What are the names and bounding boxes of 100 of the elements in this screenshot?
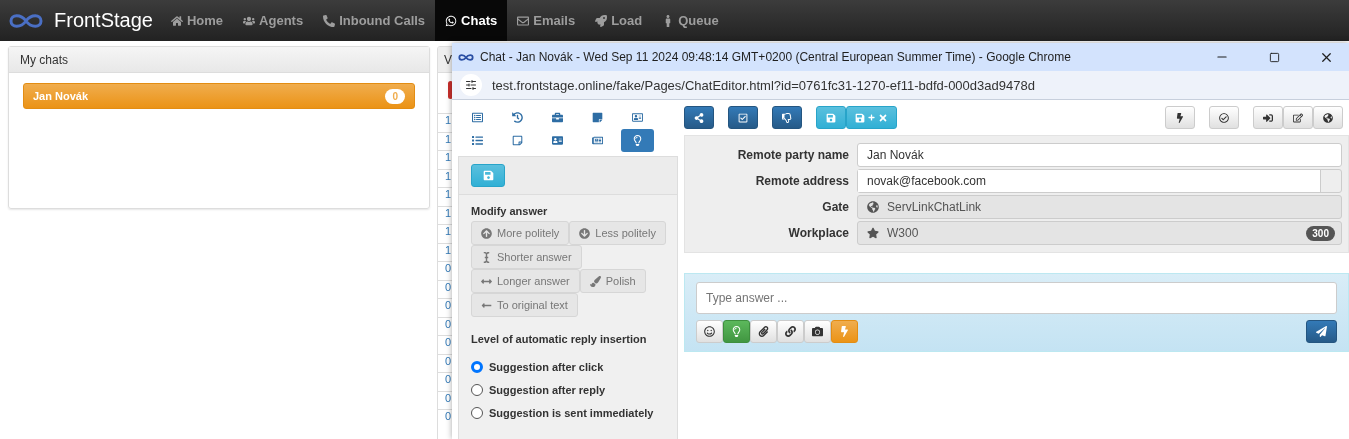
share-button[interactable] xyxy=(684,106,714,129)
newspaper-icon xyxy=(592,135,603,146)
close-icon xyxy=(878,112,888,123)
save-button[interactable] xyxy=(816,106,846,129)
option-label: Suggestion after reply xyxy=(489,383,606,396)
field-label: Remote party name xyxy=(736,148,849,162)
modify-button[interactable]: More politely xyxy=(471,221,570,245)
field-label: Gate xyxy=(821,200,849,214)
arrow-up-icon xyxy=(481,227,492,239)
lightbulb-icon xyxy=(731,326,742,337)
save-close-button[interactable] xyxy=(846,106,897,129)
list-icon xyxy=(472,112,483,123)
home-icon xyxy=(170,14,183,27)
brand-name: FrontStage xyxy=(54,9,153,32)
composer-button[interactable] xyxy=(777,320,804,343)
note-icon xyxy=(592,112,603,123)
count-badge: 300 xyxy=(1306,225,1335,241)
send-icon xyxy=(1316,326,1327,337)
radio-button[interactable] xyxy=(471,360,483,373)
brush-icon xyxy=(589,275,601,287)
thumbs-down-icon xyxy=(782,112,792,123)
rocket-icon xyxy=(595,14,608,27)
save-button[interactable] xyxy=(471,164,505,187)
panel-title: My chats xyxy=(9,47,429,73)
list-icon xyxy=(472,135,483,146)
nav-item[interactable]: Agents xyxy=(233,0,314,41)
url-text[interactable]: test.frontstage.online/fake/Pages/ChatEditor.html?id=0761fc31-1270-ef11-bdfd-000d3ad9478d xyxy=(492,77,1035,93)
note-icon xyxy=(512,135,523,146)
globe-button[interactable] xyxy=(1313,106,1343,129)
plus-icon xyxy=(868,114,875,121)
bolt-icon xyxy=(1175,112,1185,123)
edit-icon xyxy=(1293,112,1303,123)
window-title: Chat - Jan Novák - Wed Sep 11 2024 09:48:14 GMT+0200 (Central European Summer Time) - Google Chrome xyxy=(480,50,1072,64)
star-icon xyxy=(867,227,879,239)
users-icon xyxy=(243,14,256,27)
answer-field[interactable]: Type answer ... xyxy=(696,282,1337,314)
composer-button[interactable] xyxy=(750,320,777,343)
nav-item[interactable]: Inbound Calls xyxy=(313,0,436,41)
section-title: Level of automatic reply insertion xyxy=(471,333,648,345)
modify-button[interactable]: Polish xyxy=(579,269,646,293)
save-icon xyxy=(855,112,865,123)
infinity-logo-icon xyxy=(458,52,474,62)
lightbulb-icon xyxy=(632,135,643,146)
modify-button[interactable]: Longer answer xyxy=(471,269,580,293)
checkbox-icon xyxy=(738,112,748,123)
send-button[interactable] xyxy=(1306,320,1337,343)
sliders-icon xyxy=(465,79,477,91)
text-cursor-icon xyxy=(481,251,492,263)
input-field[interactable]: novak@facebook.com xyxy=(857,169,1342,193)
link-icon xyxy=(785,326,796,337)
paperclip-icon xyxy=(758,326,769,337)
globe-icon xyxy=(1323,112,1333,123)
modify-button[interactable]: Shorter answer xyxy=(471,245,582,269)
field-value: W300 xyxy=(887,226,920,240)
option-label: Suggestion is sent immediately xyxy=(489,406,654,419)
check-circle-button[interactable] xyxy=(1209,106,1239,129)
sign-in-button[interactable] xyxy=(1253,106,1283,129)
history-icon xyxy=(512,112,523,123)
edit-button[interactable] xyxy=(1283,106,1313,129)
globe-icon xyxy=(867,201,879,213)
dislike-button[interactable] xyxy=(772,106,802,129)
field-value: ServLinkChatLink xyxy=(887,200,983,214)
section-title: Modify answer xyxy=(471,205,549,217)
radio-button[interactable] xyxy=(471,383,483,396)
share-icon xyxy=(694,112,704,123)
nav-item[interactable]: Home xyxy=(160,0,234,41)
briefcase-icon xyxy=(552,112,563,123)
camera-icon xyxy=(812,326,823,337)
nav-item[interactable]: Chats xyxy=(435,0,508,41)
phone-icon xyxy=(323,14,336,27)
nav-item[interactable]: Load xyxy=(585,0,653,41)
option-label: Suggestion after click xyxy=(489,360,604,373)
nav-item[interactable]: Emails xyxy=(507,0,586,41)
nav-item[interactable]: Queue xyxy=(652,0,729,41)
contact-name: Jan Novák xyxy=(33,90,89,102)
field-label: Remote address xyxy=(754,174,849,188)
save-icon xyxy=(826,112,836,123)
active-tab[interactable] xyxy=(621,129,654,152)
unread-count: 0 xyxy=(385,88,405,104)
bolt-icon xyxy=(839,326,850,337)
composer-button[interactable] xyxy=(696,320,723,343)
save-icon xyxy=(482,170,494,181)
maximize-icon xyxy=(1268,51,1280,63)
chat-bubble-icon xyxy=(445,14,458,27)
bolt-button[interactable] xyxy=(1165,106,1195,129)
arrow-down-icon xyxy=(579,227,591,239)
sign-in-icon xyxy=(1263,112,1273,123)
radio-button[interactable] xyxy=(471,406,483,419)
envelope-icon xyxy=(517,14,530,27)
smiley-icon xyxy=(704,326,715,337)
field-label: Workplace xyxy=(787,226,849,240)
contact-card-icon xyxy=(552,135,563,146)
infinity-logo-icon xyxy=(8,11,44,30)
check-button[interactable] xyxy=(728,106,758,129)
site-info-button[interactable] xyxy=(460,74,482,96)
composer-button[interactable] xyxy=(804,320,831,343)
input-field[interactable]: Jan Novák xyxy=(857,143,1342,167)
modify-button[interactable]: Less politely xyxy=(569,221,666,245)
contact-card-icon xyxy=(632,112,643,123)
modify-button[interactable]: To original text xyxy=(471,293,578,317)
